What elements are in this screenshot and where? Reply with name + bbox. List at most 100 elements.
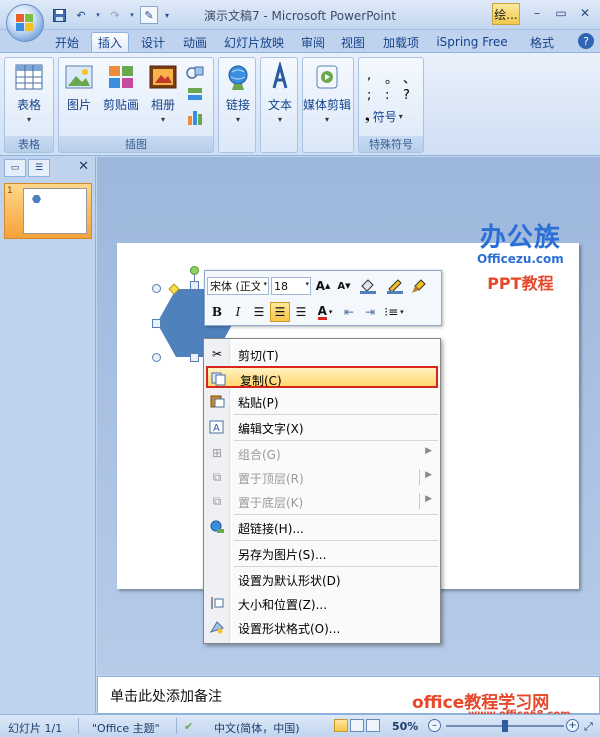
menu-item-copy[interactable]: 复制(C) [206, 366, 438, 388]
tab-home[interactable]: 开始 [50, 32, 84, 52]
fill-color-button[interactable] [355, 276, 381, 296]
menu-item-bring-to-front[interactable]: ⧉ 置于顶层(R) ▶ [206, 466, 438, 488]
tab-format[interactable]: 格式 [522, 32, 562, 52]
resize-handle-bottom-left[interactable] [152, 353, 161, 362]
align-left-button[interactable]: ☰ [249, 302, 269, 322]
slide-thumbnail[interactable]: 1 [4, 183, 92, 239]
italic-button[interactable]: I [228, 302, 248, 322]
menu-item-edit-text[interactable]: A 编辑文字(X) [206, 416, 438, 438]
menu-item-cut[interactable]: ✂ 剪切(T) [206, 343, 438, 365]
picture-button[interactable]: 图片 [63, 62, 95, 113]
bold-button[interactable]: B [207, 302, 227, 322]
align-center-button[interactable]: ☰ [270, 302, 290, 322]
tab-ispring[interactable]: iSpring Free [432, 32, 512, 52]
grow-font-icon: A [315, 279, 325, 293]
chart-icon[interactable] [185, 108, 207, 126]
close-button[interactable]: ✕ [574, 3, 596, 23]
slides-tab-icon[interactable]: ▭ [4, 159, 26, 177]
minimize-button[interactable]: – [526, 3, 548, 23]
symbol-char-question[interactable]: ? [403, 88, 410, 103]
symbol-char-comma[interactable]: , [367, 68, 371, 83]
symbol-char-semicolon[interactable]: ; [367, 88, 371, 103]
font-size-select[interactable]: 18 ▾ [271, 277, 311, 295]
symbol-button[interactable]: ❟ 符号 ▾ [365, 108, 403, 125]
panel-close-icon[interactable]: ✕ [78, 159, 89, 174]
menu-item-set-default-shape[interactable]: 设置为默认形状(D) [206, 568, 438, 590]
tab-design[interactable]: 设计 [136, 32, 170, 52]
zoom-slider-thumb[interactable] [502, 720, 508, 732]
bullets-button[interactable]: ⁝≡ ▾ [381, 302, 407, 322]
symbol-char-dunhao[interactable]: 、 [403, 68, 416, 87]
align-right-button[interactable]: ☰ [291, 302, 311, 322]
menu-item-hyperlink[interactable]: 超链接(H)... [206, 516, 438, 538]
group-icon: ⊞ [211, 446, 223, 460]
slideshow-view-icon[interactable] [366, 719, 380, 732]
slide-sorter-view-icon[interactable] [350, 719, 364, 732]
zoom-in-icon[interactable]: + [566, 719, 579, 732]
tab-animation[interactable]: 动画 [177, 32, 213, 52]
drawing-tools-tab[interactable]: 绘... [492, 3, 520, 25]
menu-item-save-as-picture[interactable]: 另存为图片(S)... [206, 542, 438, 564]
photo-album-icon [149, 65, 177, 89]
symbol-icon: ❟ [365, 109, 370, 123]
menu-item-group[interactable]: ⊞ 组合(G) ▶ [206, 442, 438, 464]
menu-item-send-to-back[interactable]: ⧉ 置于底层(K) ▶ [206, 490, 438, 512]
table-button[interactable]: 表格 ▾ [13, 62, 45, 124]
table-button-label: 表格 [16, 98, 41, 112]
photo-album-button[interactable]: 相册 ▾ [147, 62, 179, 124]
fit-window-icon[interactable]: ⤢ [584, 720, 593, 734]
tab-addins[interactable]: 加载项 [378, 32, 424, 52]
decrease-indent-button[interactable]: ⇤ [339, 302, 359, 322]
bullet-list-icon: ⁝≡ [384, 305, 399, 319]
resize-handle-left[interactable] [152, 319, 161, 328]
tab-view[interactable]: 视图 [336, 32, 370, 52]
menu-item-paste[interactable]: 粘贴(P) [206, 390, 438, 412]
menu-separator [234, 440, 438, 441]
chevron-down-icon: ▾ [305, 280, 309, 288]
menu-item-format-shape[interactable]: 设置形状格式(O)... [206, 616, 438, 638]
bring-front-icon: ⧉ [212, 469, 222, 484]
menu-item-size-position[interactable]: 大小和位置(Z)... [206, 592, 438, 614]
chevron-down-icon: ▾ [400, 308, 404, 316]
menu-item-label: 编辑文字(X) [238, 422, 304, 436]
spell-check-icon[interactable]: ✔ [184, 720, 193, 733]
pen-line-icon [387, 279, 403, 294]
symbol-char-period[interactable]: 。 [385, 68, 398, 87]
clipart-button[interactable]: 剪贴画 [103, 62, 139, 113]
format-painter-button[interactable] [409, 276, 429, 296]
media-clip-button[interactable]: 媒体剪辑 ▾ [303, 62, 351, 124]
chevron-down-icon: ▾ [160, 115, 165, 124]
split-divider [419, 493, 420, 509]
symbol-char-colon[interactable]: : [385, 88, 389, 103]
status-separator [78, 718, 79, 734]
font-name-select[interactable]: 宋体 (正文 ▾ [207, 277, 269, 295]
normal-view-icon[interactable] [334, 719, 348, 732]
resize-handle-bottom[interactable] [190, 353, 199, 362]
office-button[interactable] [6, 4, 44, 42]
clipart-button-label: 剪贴画 [103, 98, 140, 112]
font-color-button[interactable]: A ▾ [312, 302, 338, 322]
resize-handle-top-left[interactable] [152, 284, 161, 293]
line-color-button[interactable] [382, 276, 408, 296]
text-icon [272, 62, 288, 89]
zoom-out-icon[interactable]: – [428, 719, 441, 732]
hyperlink-ribbon-button[interactable]: 链接 ▾ [222, 62, 254, 124]
help-icon[interactable]: ? [578, 33, 594, 49]
tab-review[interactable]: 审阅 [296, 32, 330, 52]
restore-button[interactable]: ▭ [550, 3, 572, 23]
text-button[interactable]: 文本 ▾ [264, 62, 296, 124]
shrink-font-button[interactable]: A ▼ [334, 276, 354, 296]
smartart-icon[interactable] [185, 86, 207, 104]
hyperlink-icon [208, 519, 226, 535]
grow-font-button[interactable]: A ▲ [313, 276, 333, 296]
bold-icon: B [211, 305, 223, 319]
shapes-icon[interactable] [185, 64, 207, 82]
tab-insert[interactable]: 插入 [91, 32, 129, 52]
outline-tab-icon[interactable]: ☰ [28, 159, 50, 177]
resize-handle-top[interactable] [190, 281, 199, 290]
zoom-level[interactable]: 50% [392, 720, 418, 733]
tab-slideshow[interactable]: 幻灯片放映 [221, 32, 287, 52]
increase-indent-button[interactable]: ⇥ [360, 302, 380, 322]
clipart-icon [109, 66, 133, 88]
zoom-slider[interactable] [446, 720, 564, 732]
